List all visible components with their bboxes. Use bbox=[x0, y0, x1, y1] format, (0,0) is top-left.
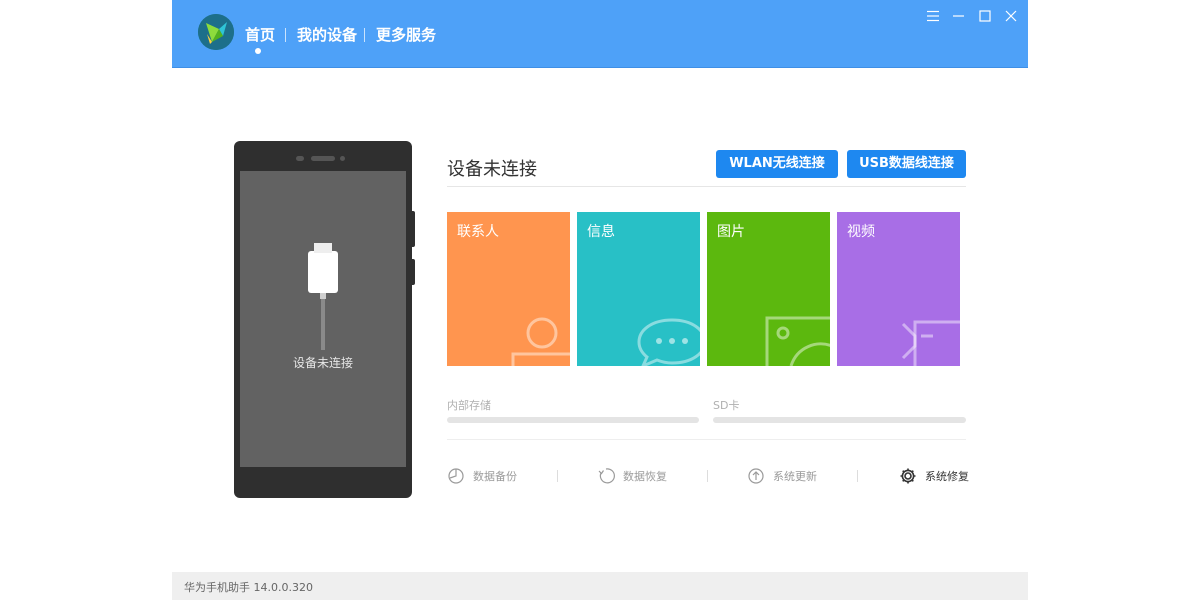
phone-status-text: 设备未连接 bbox=[292, 356, 353, 370]
tile-label: 联系人 bbox=[457, 224, 499, 240]
phone-camera bbox=[340, 156, 345, 161]
phone-side-button bbox=[412, 211, 415, 247]
tile-label: 视频 bbox=[847, 224, 875, 240]
divider bbox=[447, 439, 966, 440]
usb-connect-button[interactable]: USB数据线连接 bbox=[847, 150, 966, 178]
wlan-connect-button[interactable]: WLAN无线连接 bbox=[716, 150, 838, 178]
nav-home[interactable]: 首页 bbox=[245, 26, 275, 44]
gear-icon bbox=[900, 468, 916, 484]
update-icon bbox=[748, 468, 764, 484]
internal-storage-label: 内部存储 bbox=[447, 399, 491, 412]
tile-label: 图片 bbox=[717, 224, 745, 240]
tile-contacts[interactable]: 联系人 bbox=[447, 212, 570, 366]
sd-card-label: SD卡 bbox=[713, 399, 740, 412]
restore-button[interactable]: 数据恢复 bbox=[597, 467, 687, 485]
nav-more-services[interactable]: 更多服务 bbox=[376, 26, 436, 44]
backup-icon bbox=[448, 468, 464, 484]
nav-divider bbox=[364, 28, 365, 42]
status-bar: 华为手机助手 14.0.0.320 bbox=[172, 572, 1028, 600]
action-label: 数据恢复 bbox=[623, 470, 667, 483]
phone-sensor bbox=[296, 156, 304, 161]
phone-screen: 设备未连接 bbox=[240, 171, 406, 467]
action-label: 数据备份 bbox=[473, 470, 517, 483]
sd-card-storage-bar bbox=[713, 417, 966, 423]
phone-speaker bbox=[311, 156, 335, 161]
usb-cable-icon bbox=[308, 243, 338, 350]
action-label: 系统更新 bbox=[773, 470, 817, 483]
phone-illustration: 设备未连接 bbox=[234, 141, 415, 498]
system-update-button[interactable]: 系统更新 bbox=[747, 467, 837, 485]
app-logo-icon bbox=[198, 14, 234, 50]
tile-videos[interactable]: 视频 bbox=[837, 212, 960, 366]
action-divider bbox=[857, 470, 858, 482]
version-text: 华为手机助手 14.0.0.320 bbox=[184, 581, 313, 594]
menu-icon[interactable] bbox=[924, 7, 942, 25]
restore-icon bbox=[598, 468, 615, 484]
action-divider bbox=[557, 470, 558, 482]
active-nav-indicator bbox=[255, 48, 261, 54]
tile-pictures[interactable]: 图片 bbox=[707, 212, 830, 366]
minimize-icon[interactable] bbox=[950, 7, 968, 25]
maximize-icon[interactable] bbox=[976, 7, 994, 25]
nav-my-devices[interactable]: 我的设备 bbox=[297, 26, 357, 44]
backup-button[interactable]: 数据备份 bbox=[447, 467, 537, 485]
tile-messages[interactable]: 信息 bbox=[577, 212, 700, 366]
phone-side-button bbox=[412, 259, 415, 285]
divider bbox=[447, 186, 966, 187]
connection-status-title: 设备未连接 bbox=[447, 159, 537, 180]
close-icon[interactable] bbox=[1002, 7, 1020, 25]
action-divider bbox=[707, 470, 708, 482]
system-repair-button[interactable]: 系统修复 bbox=[899, 467, 989, 485]
action-label: 系统修复 bbox=[925, 470, 969, 483]
nav-divider bbox=[285, 28, 286, 42]
tile-label: 信息 bbox=[587, 224, 615, 240]
header-bar: 首页 我的设备 更多服务 bbox=[172, 0, 1028, 68]
internal-storage-bar bbox=[447, 417, 699, 423]
app-window: 首页 我的设备 更多服务 设备未连接 设备未连接 WLAN无线连接 USB数据线… bbox=[172, 0, 1028, 600]
